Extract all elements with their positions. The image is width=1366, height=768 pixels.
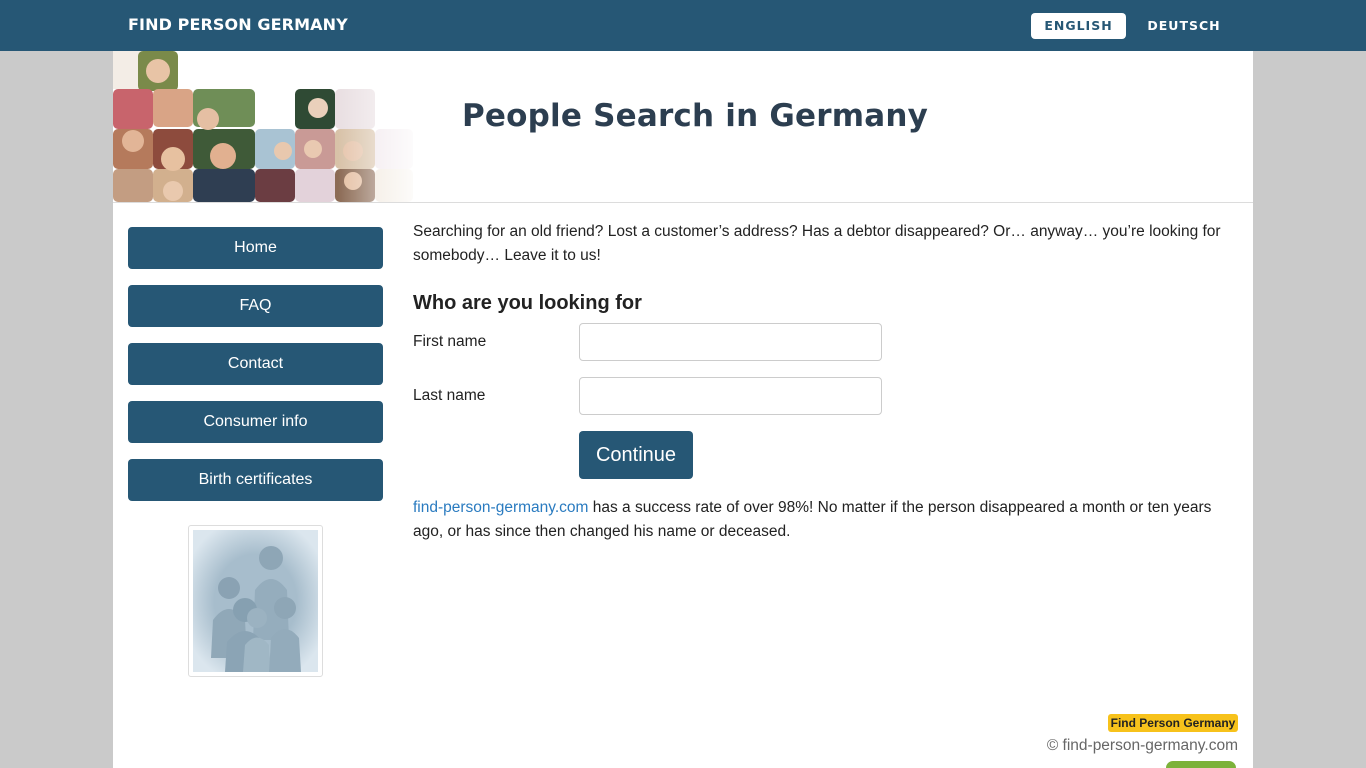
last-name-label: Last name [413,387,486,404]
people-photo-collage [113,51,413,202]
page-container: People Search in Germany Home FAQ Contac… [113,51,1253,768]
footer-badge: Find Person Germany [1108,714,1238,732]
header-area: People Search in Germany [113,51,1253,203]
top-navbar: FIND PERSON GERMANY ENGLISH DEUTSCH [0,0,1366,51]
last-name-input[interactable] [579,377,882,415]
site-link[interactable]: find-person-germany.com [413,499,588,516]
nav-home-button[interactable]: Home [128,227,383,269]
language-deutsch-button[interactable]: DEUTSCH [1138,13,1230,39]
nav-birth-certificates-button[interactable]: Birth certificates [128,459,383,501]
first-name-input[interactable] [579,323,882,361]
brand-logo-text[interactable]: FIND PERSON GERMANY [128,15,348,34]
success-rate-text: find-person-germany.com has a success ra… [413,496,1243,544]
nav-contact-button[interactable]: Contact [128,343,383,385]
copyright-text: © find-person-germany.com [1046,737,1238,754]
first-name-label: First name [413,333,487,350]
family-photo-image [193,530,318,672]
form-heading: Who are you looking for [413,292,642,314]
intro-text: Searching for an old friend? Lost a cust… [413,223,1221,264]
page-title: People Search in Germany [462,98,929,134]
trust-seal-icon[interactable] [1166,761,1236,768]
language-english-button[interactable]: ENGLISH [1031,13,1126,39]
nav-consumer-info-button[interactable]: Consumer info [128,401,383,443]
nav-faq-button[interactable]: FAQ [128,285,383,327]
continue-button[interactable]: Continue [579,431,693,479]
family-photo [188,525,323,677]
